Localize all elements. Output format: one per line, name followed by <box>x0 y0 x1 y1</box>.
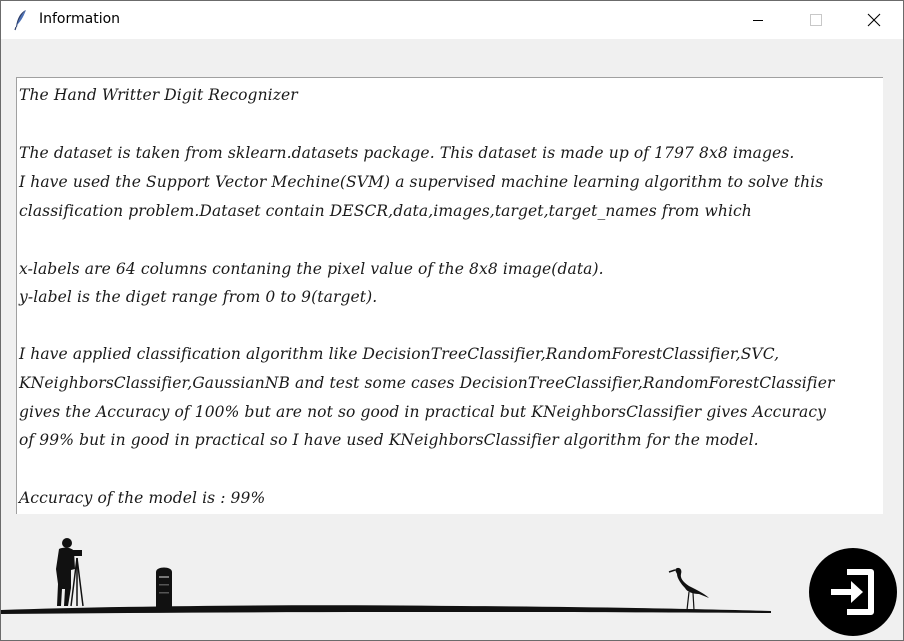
text-line: The Hand Writter Digit Recognizer <box>19 86 298 104</box>
text-line: classification problem.Dataset contain D… <box>19 202 752 220</box>
text-line: of 99% but in good in practical so I hav… <box>19 431 759 449</box>
silhouette-scene <box>1 538 771 614</box>
text-line: Accuracy of the model is : 99% <box>19 489 266 507</box>
title-bar[interactable]: Information <box>1 1 903 39</box>
post-box-icon <box>156 567 172 607</box>
footer-scene <box>1 514 903 640</box>
text-line: I have used the Support Vector Mechine(S… <box>19 173 824 191</box>
close-button[interactable] <box>845 1 903 39</box>
photographer-icon <box>56 538 84 607</box>
information-window: Information The Hand Writter Digit Recog… <box>0 0 904 641</box>
minimize-icon <box>753 20 763 21</box>
text-line: x-labels are 64 columns contaning the pi… <box>19 260 604 278</box>
maximize-icon <box>810 14 822 26</box>
exit-door-icon <box>831 569 874 615</box>
window-title: Information <box>39 11 121 27</box>
text-line: The dataset is taken from sklearn.datase… <box>19 144 795 162</box>
maximize-button <box>787 1 845 39</box>
close-icon <box>867 13 881 27</box>
feather-icon <box>14 10 26 31</box>
exit-button[interactable] <box>809 548 897 636</box>
text-line: I have applied classification algorithm … <box>19 345 780 363</box>
stork-icon <box>668 567 709 611</box>
text-line: y-label is the diget range from 0 to 9(t… <box>19 288 378 306</box>
minimize-button[interactable] <box>729 1 787 39</box>
text-line: gives the Accuracy of 100% but are not s… <box>19 403 827 421</box>
info-text-area[interactable]: The Hand Writter Digit Recognizer The da… <box>16 77 883 514</box>
text-line: KNeighborsClassifier,GaussianNB and test… <box>19 374 835 392</box>
